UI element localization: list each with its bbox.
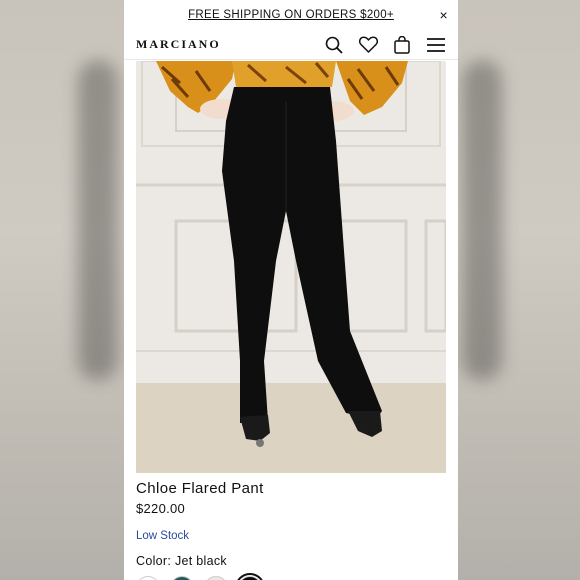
promo-banner[interactable]: FREE SHIPPING ON ORDERS $200+ ×	[124, 0, 458, 30]
swatch-teal[interactable]	[170, 576, 194, 580]
heart-icon[interactable]	[358, 35, 378, 55]
color-value: Jet black	[174, 554, 227, 568]
phone-screen: FREE SHIPPING ON ORDERS $200+ × MARCIANO	[124, 0, 458, 580]
site-header: MARCIANO	[124, 30, 458, 60]
brand-logo[interactable]: MARCIANO	[136, 37, 324, 52]
product-name: Chloe Flared Pant	[136, 480, 264, 497]
background-blur-left	[0, 0, 124, 580]
swatch-jet-black[interactable]	[235, 573, 265, 580]
promo-text[interactable]: FREE SHIPPING ON ORDERS $200+	[188, 9, 394, 21]
stock-status: Low Stock	[136, 530, 190, 542]
color-label: Color:	[136, 554, 172, 568]
swatch-ivory[interactable]	[204, 576, 228, 580]
product-info: Chloe Flared Pant $220.00 Low Stock Colo…	[136, 480, 446, 580]
color-swatches	[136, 573, 446, 580]
swatch-white[interactable]	[136, 576, 160, 580]
product-image[interactable]	[136, 61, 446, 473]
color-selector-label: Color: Jet black	[136, 554, 446, 568]
background-blur-right	[456, 0, 580, 580]
header-icons	[324, 35, 446, 55]
search-icon[interactable]	[324, 35, 344, 55]
product-price: $220.00	[136, 501, 186, 516]
bag-icon[interactable]	[392, 35, 412, 55]
close-icon[interactable]: ×	[440, 7, 448, 23]
carousel-dot[interactable]	[256, 439, 264, 447]
menu-icon[interactable]	[426, 35, 446, 55]
